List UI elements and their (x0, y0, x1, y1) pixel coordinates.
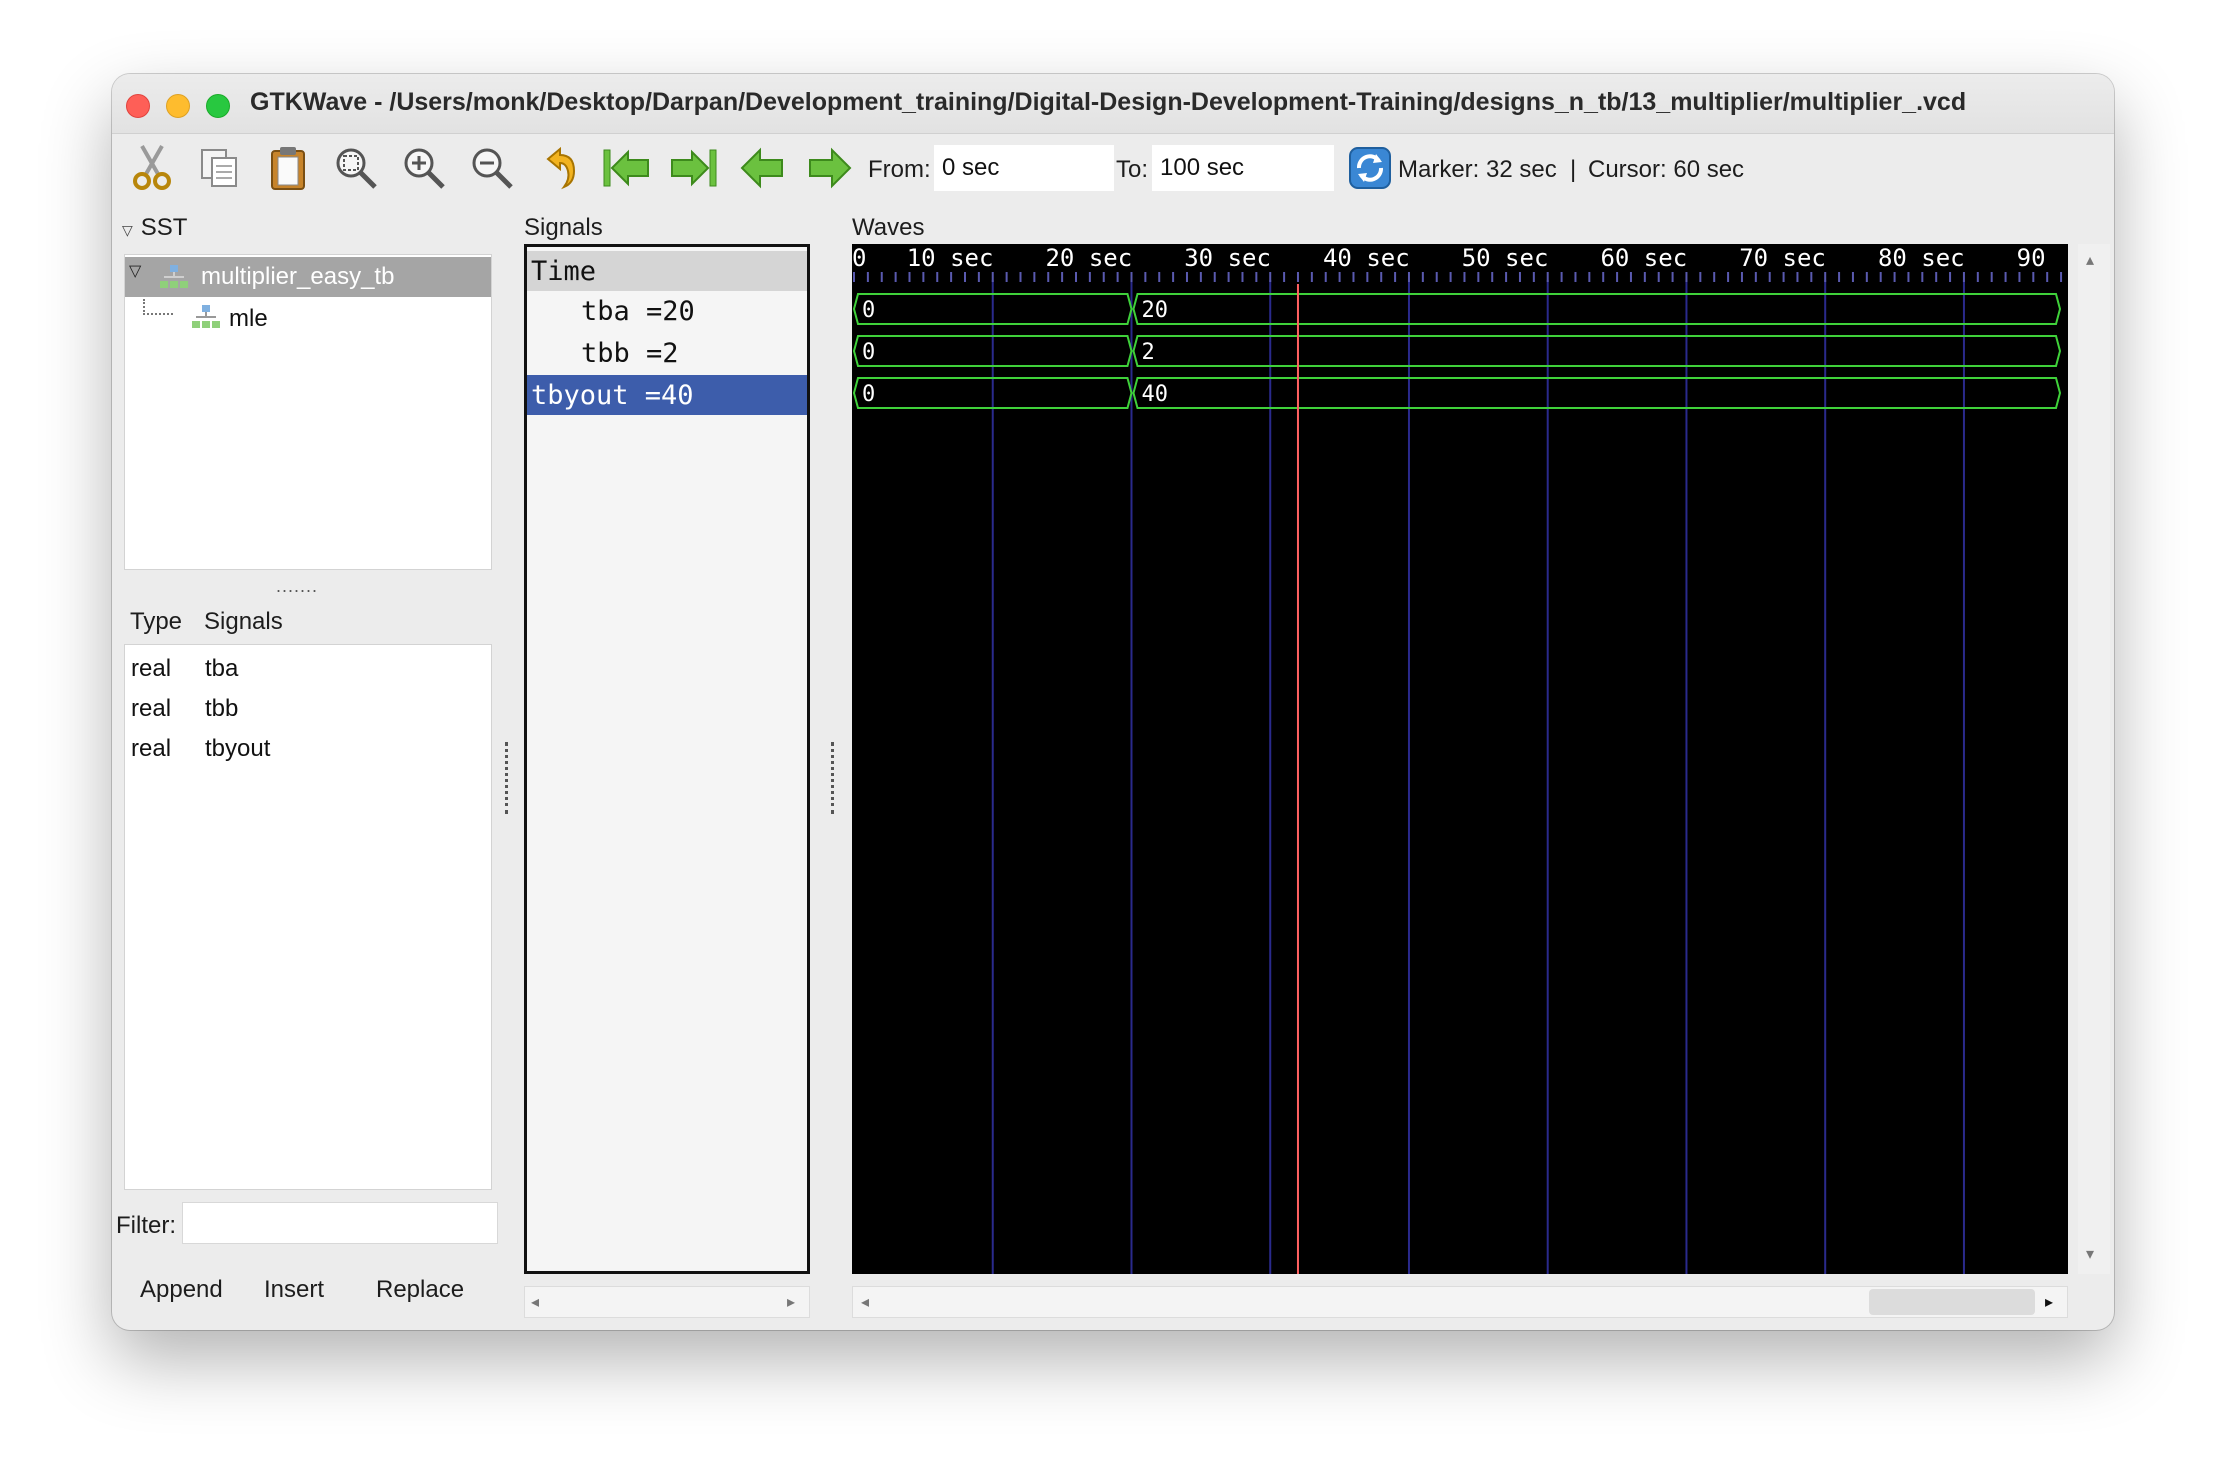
left-pane-resize-grip[interactable] (505, 742, 511, 814)
tree-item-multiplier-easy-tb[interactable]: ▽ multiplier_easy_tb (125, 257, 491, 297)
filter-label: Filter: (116, 1212, 176, 1239)
append-button[interactable]: Append (140, 1276, 223, 1304)
waves-panel-header: Waves (852, 214, 925, 241)
signal-value-label: 0 (862, 340, 875, 365)
from-time-input[interactable] (934, 145, 1114, 191)
signal-value-label: 0 (862, 298, 875, 323)
filter-input[interactable] (182, 1202, 498, 1244)
time-tick-label: 30 sec (1184, 244, 1271, 272)
expander-triangle-icon[interactable]: ▽ (129, 261, 141, 281)
marker-readout: Marker: 32 sec (1398, 156, 1557, 183)
hierarchy-tree: ▽ multiplier_easy_tb mle (124, 254, 492, 570)
tree-item-label: multiplier_easy_tb (201, 263, 395, 290)
time-tick-label: 40 sec (1323, 244, 1410, 272)
zoom-fit-icon[interactable] (330, 142, 382, 194)
signal-type: real (131, 735, 172, 762)
copy-icon[interactable] (194, 142, 246, 194)
cursor-readout: Cursor: 60 sec (1588, 156, 1745, 183)
go-to-start-icon[interactable] (600, 142, 652, 194)
waves-canvas[interactable]: 0 10 sec 20 sec 30 sec 40 sec 50 sec 60 sec 70 … (852, 244, 2068, 1274)
to-time-input[interactable] (1152, 145, 1334, 191)
readout-separator: | (1570, 156, 1577, 183)
paste-icon[interactable] (262, 142, 314, 194)
signal-time-row[interactable]: Time (527, 251, 807, 291)
scroll-right-icon[interactable]: ▸ (2045, 1292, 2053, 1312)
collapse-triangle-icon: ▽ (122, 222, 133, 238)
reload-icon[interactable] (1344, 142, 1396, 194)
time-tick-label: 60 sec (1600, 244, 1687, 272)
signal-list-row[interactable]: real tba (125, 647, 491, 687)
signal-list-row[interactable]: real tbyout (125, 727, 491, 767)
gtkwave-window: GTKWave - /Users/monk/Desktop/Darpan/Dev… (112, 74, 2114, 1330)
scrollbar-thumb[interactable] (1869, 1289, 2035, 1315)
maximize-window-button[interactable] (206, 94, 230, 118)
signal-row-tbyout[interactable]: tbyout =40 (527, 375, 807, 415)
time-tick-label: 80 sec (1878, 244, 1965, 272)
zoom-in-icon[interactable] (398, 142, 450, 194)
scroll-left-icon[interactable]: ◂ (531, 1292, 539, 1312)
tree-item-label: mle (229, 305, 268, 332)
module-icon (191, 303, 221, 336)
signal-name: tbyout (205, 735, 271, 762)
signals-pane-resize-grip[interactable] (831, 742, 837, 814)
signal-list: real tba real tbb real tbyout (124, 644, 492, 1190)
signal-type: real (131, 655, 172, 682)
insert-button[interactable]: Insert (264, 1276, 324, 1304)
signal-name: tba (205, 655, 239, 682)
signal-row-tba[interactable]: tba =20 (527, 291, 807, 331)
waves-horizontal-scrollbar[interactable]: ◂ ▸ (852, 1286, 2068, 1318)
title-bar: GTKWave - /Users/monk/Desktop/Darpan/Dev… (112, 74, 2114, 134)
signal-value-segment (1132, 293, 2062, 325)
waveform-display[interactable]: 0 10 sec 20 sec 30 sec 40 sec 50 sec 60 sec 70 … (852, 244, 2068, 1274)
time-tick-label: 20 sec (1045, 244, 1132, 272)
scroll-right-icon[interactable]: ▸ (787, 1292, 795, 1312)
next-edge-icon[interactable] (804, 142, 856, 194)
signals-panel-header: Signals (524, 214, 603, 241)
scroll-down-icon[interactable]: ▾ (2086, 1244, 2094, 1264)
zoom-out-icon[interactable] (466, 142, 518, 194)
pane-resize-grip[interactable]: ....... (276, 576, 318, 597)
signal-value-label: 2 (1141, 340, 1154, 365)
signals-column-header[interactable]: Signals (204, 608, 283, 636)
signals-panel: Time tba =20 tbb =2 tbyout =40 (524, 244, 810, 1274)
previous-edge-icon[interactable] (736, 142, 788, 194)
signal-value-label: 0 (862, 382, 875, 407)
signal-row-tbb[interactable]: tbb =2 (527, 333, 807, 373)
time-tick-label: 0 (852, 244, 866, 272)
signal-name: tbb (205, 695, 239, 722)
time-tick-label: 10 sec (907, 244, 994, 272)
module-icon (159, 263, 189, 296)
from-label: From: (868, 156, 931, 183)
close-window-button[interactable] (126, 94, 150, 118)
minimize-window-button[interactable] (166, 94, 190, 118)
time-tick-label: 90 (2017, 244, 2046, 272)
signal-list-row[interactable]: real tbb (125, 687, 491, 727)
window-title: GTKWave - /Users/monk/Desktop/Darpan/Dev… (250, 88, 1967, 116)
waves-vertical-scrollbar[interactable]: ▴ ▾ (2078, 244, 2110, 1274)
cut-icon[interactable] (126, 142, 178, 194)
signal-value-segment (1132, 377, 2062, 409)
signals-horizontal-scrollbar[interactable]: ◂ ▸ (524, 1286, 810, 1318)
go-to-end-icon[interactable] (668, 142, 720, 194)
undo-zoom-icon[interactable] (534, 142, 586, 194)
time-tick-label: 70 sec (1739, 244, 1826, 272)
sst-section-header[interactable]: ▽ SST (122, 214, 187, 242)
time-tick-label: 50 sec (1462, 244, 1549, 272)
type-column-header[interactable]: Type (130, 608, 182, 636)
toolbar: From: To: Marker: 32 sec | Cursor: 60 se… (112, 136, 2114, 200)
tree-item-mle[interactable]: mle (125, 301, 491, 337)
replace-button[interactable]: Replace (376, 1276, 464, 1304)
scroll-up-icon[interactable]: ▴ (2086, 250, 2094, 270)
signal-type: real (131, 695, 172, 722)
scroll-left-icon[interactable]: ◂ (861, 1292, 869, 1312)
to-label: To: (1116, 156, 1149, 183)
signal-value-label: 20 (1141, 298, 1168, 323)
signal-value-segment (1132, 335, 2062, 367)
signal-value-label: 40 (1141, 382, 1168, 407)
